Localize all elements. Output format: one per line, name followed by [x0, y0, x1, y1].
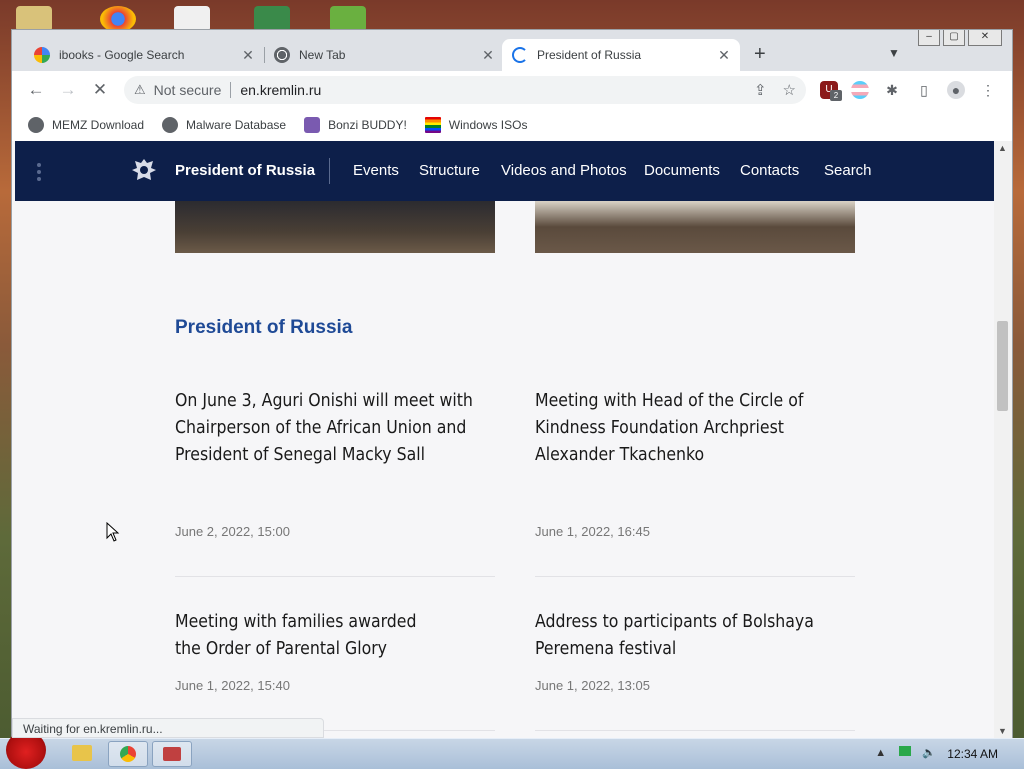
menu-kebab-icon[interactable]: ⋮	[979, 81, 997, 99]
tab-strip: ibooks - Google Search ✕ New Tab ✕ Presi…	[12, 30, 1012, 71]
back-arrow-icon[interactable]: ←	[25, 79, 47, 101]
bookmark-bonzi-buddy[interactable]: Bonzi BUDDY!	[304, 117, 407, 133]
desktop-icon-1[interactable]	[16, 6, 52, 32]
desktop-game-icon[interactable]	[330, 6, 366, 32]
rainbow-flag-icon	[424, 117, 441, 133]
bonzi-icon	[304, 117, 321, 133]
chrome-icon	[274, 47, 290, 63]
clock[interactable]: 12:34 AM	[947, 747, 998, 761]
show-hidden-icons-chevron-icon[interactable]: ▲	[875, 747, 886, 759]
desktop-chrome-icon[interactable]	[100, 6, 136, 32]
news-image-left[interactable]	[175, 201, 495, 253]
divider	[535, 730, 855, 731]
nav-structure[interactable]: Structure	[419, 162, 480, 179]
taskbar: ▲ 🔈 12:34 AM	[0, 731, 1024, 769]
browser-window: ibooks - Google Search ✕ New Tab ✕ Presi…	[12, 30, 1012, 738]
warning-icon[interactable]: ⚠	[134, 82, 146, 98]
omnibox-divider	[230, 82, 232, 98]
tab-president-of-russia[interactable]: President of Russia ✕	[502, 39, 740, 71]
divider	[175, 576, 495, 577]
bookmark-windows-isos[interactable]: Windows ISOs	[424, 117, 528, 133]
globe-icon	[28, 117, 44, 133]
globe-icon	[162, 117, 179, 133]
header-divider	[329, 158, 330, 184]
bookmark-label: Malware Database	[186, 118, 287, 132]
scroll-up-icon[interactable]: ▲	[998, 143, 1007, 153]
bookmark-label: MEMZ Download	[52, 118, 145, 132]
news-item-date: June 1, 2022, 15:40	[175, 678, 290, 693]
desktop-shield-icon[interactable]	[254, 6, 290, 32]
address-bar[interactable]: ⚠ Not secure en.kremlin.ru ⇪ ☆	[124, 76, 806, 104]
site-brand-link[interactable]: President of Russia	[175, 162, 315, 179]
status-bubble: Waiting for en.kremlin.ru...	[12, 718, 324, 738]
news-image-right[interactable]	[535, 201, 855, 253]
close-window-button[interactable]: ✕	[968, 30, 1002, 46]
tab-new-tab[interactable]: New Tab ✕	[264, 39, 504, 71]
menu-dots-icon[interactable]	[37, 163, 41, 184]
google-icon	[34, 47, 50, 63]
news-item-date: June 2, 2022, 15:00	[175, 524, 290, 539]
mouse-cursor-icon	[106, 522, 120, 542]
scroll-down-icon[interactable]: ▼	[998, 726, 1007, 736]
section-title[interactable]: President of Russia	[175, 317, 352, 339]
taskbar-explorer-icon[interactable]	[62, 741, 102, 767]
divider	[535, 576, 855, 577]
url-text[interactable]: en.kremlin.ru	[240, 82, 321, 98]
taskbar-app-icon[interactable]	[152, 741, 192, 767]
minimize-button[interactable]: –	[918, 30, 940, 46]
share-icon[interactable]: ⇪	[754, 81, 767, 99]
nav-events[interactable]: Events	[353, 162, 399, 179]
tab-label: New Tab	[299, 48, 346, 62]
page-viewport: President of Russia Events Structure Vid…	[12, 141, 994, 738]
browser-toolbar: ← → ✕ ⚠ Not secure en.kremlin.ru ⇪ ☆ U 2…	[12, 71, 1012, 109]
folder-icon	[72, 745, 92, 761]
desktop-cards-icon[interactable]	[174, 6, 210, 32]
profile-avatar-icon[interactable]: ●	[947, 81, 965, 99]
news-item-date: June 1, 2022, 16:45	[535, 524, 650, 539]
taskbar-chrome-icon[interactable]	[108, 741, 148, 767]
close-icon[interactable]: ✕	[480, 47, 496, 64]
tab-label: President of Russia	[537, 48, 642, 62]
double-headed-eagle-icon[interactable]	[129, 155, 159, 185]
nav-contacts[interactable]: Contacts	[740, 162, 799, 179]
trans-flag-extension-icon[interactable]	[851, 81, 869, 99]
star-bookmark-icon[interactable]: ☆	[783, 81, 796, 99]
news-item-title[interactable]: Meeting with families awarded the Order …	[175, 609, 435, 663]
news-item-title[interactable]: On June 3, Aguri Onishi will meet with C…	[175, 388, 495, 469]
bookmarks-bar: MEMZ Download Malware Database Bonzi BUD…	[12, 109, 1012, 142]
bookmark-label: Windows ISOs	[448, 118, 528, 132]
nav-documents[interactable]: Documents	[644, 162, 720, 179]
bookmark-malware-database[interactable]: Malware Database	[162, 117, 286, 133]
scrollbar-thumb[interactable]	[997, 321, 1008, 411]
news-item-title[interactable]: Address to participants of Bolshaya Pere…	[535, 609, 835, 663]
maximize-button[interactable]: ▢	[943, 30, 965, 46]
stop-loading-icon[interactable]: ✕	[89, 79, 111, 101]
app-icon	[163, 747, 181, 761]
nav-videos-and-photos[interactable]: Videos and Photos	[501, 162, 627, 179]
security-label[interactable]: Not secure	[154, 82, 222, 98]
puzzle-extensions-icon[interactable]: ✱	[883, 81, 901, 99]
network-icon[interactable]	[899, 746, 912, 756]
extension-badge: 2	[830, 90, 842, 101]
volume-icon[interactable]: 🔈	[922, 747, 936, 759]
close-icon[interactable]: ✕	[240, 47, 256, 64]
site-header: President of Russia Events Structure Vid…	[15, 141, 994, 201]
tab-label: ibooks - Google Search	[59, 48, 185, 62]
nav-search[interactable]: Search	[824, 162, 872, 179]
news-item-date: June 1, 2022, 13:05	[535, 678, 650, 693]
side-panel-icon[interactable]: ▯	[915, 81, 933, 99]
vertical-scrollbar[interactable]: ▲ ▼	[994, 141, 1012, 738]
news-item-title[interactable]: Meeting with Head of the Circle of Kindn…	[535, 388, 815, 469]
tab-google-search[interactable]: ibooks - Google Search ✕	[24, 39, 264, 71]
forward-arrow-icon[interactable]: →	[57, 79, 79, 101]
bookmark-memz-download[interactable]: MEMZ Download	[28, 117, 144, 133]
chrome-icon	[120, 746, 136, 762]
bookmark-label: Bonzi BUDDY!	[328, 118, 407, 132]
new-tab-button[interactable]: +	[754, 44, 766, 64]
close-icon[interactable]: ✕	[716, 47, 732, 64]
system-tray[interactable]: ▲ 🔈	[875, 746, 936, 759]
loading-spinner-icon	[512, 47, 528, 63]
tab-search-chevron-icon[interactable]: ▼	[888, 46, 900, 60]
